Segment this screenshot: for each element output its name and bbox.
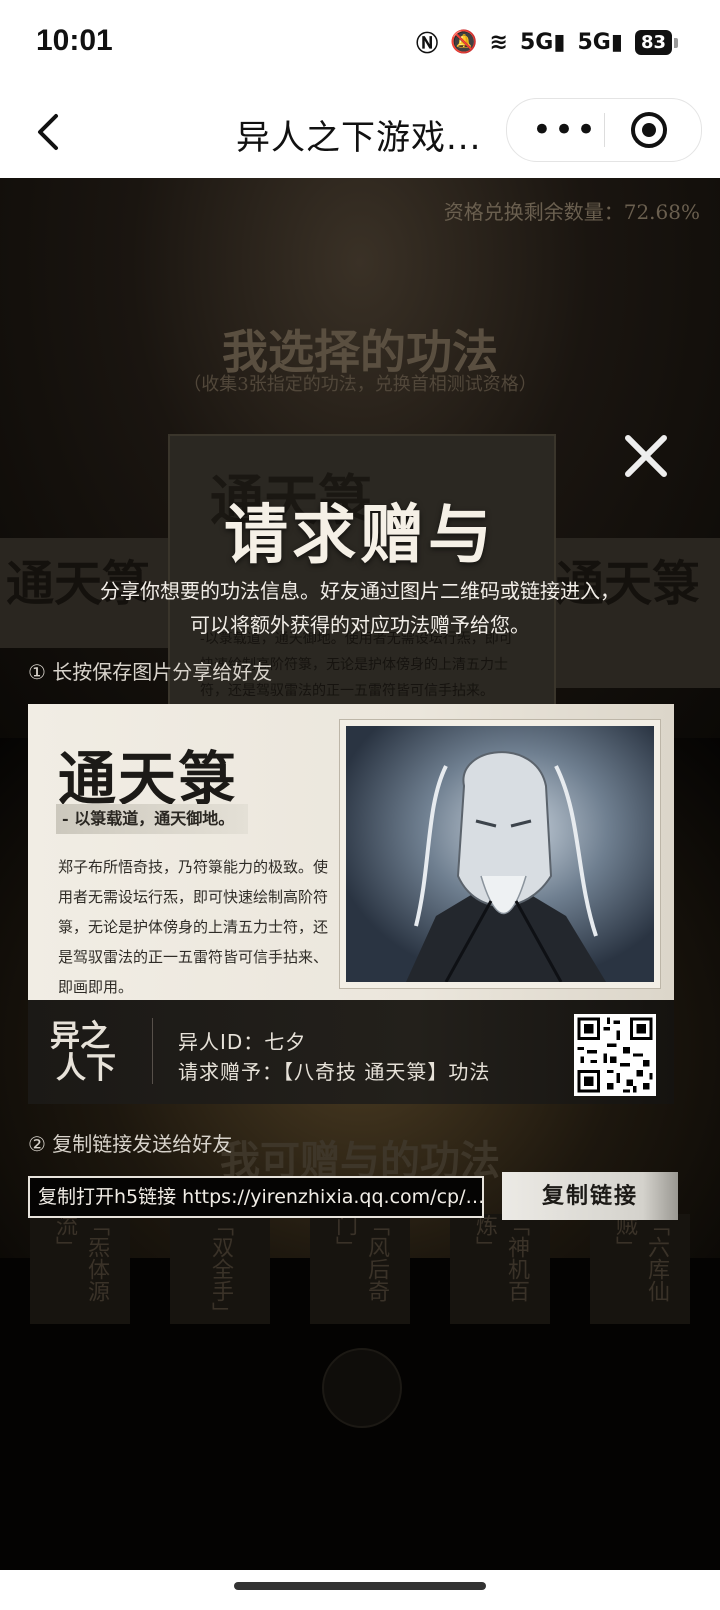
signal-icon-2: 5G▮: [577, 29, 623, 55]
status-time: 10:01: [36, 24, 113, 57]
page-content: 资格兑换剩余数量：72.68% 我选择的功法 （收集3张指定的功法，兑换首相测试…: [0, 178, 720, 1570]
request-text: 请求赠予：【八奇技 通天箓】功法: [178, 1060, 491, 1084]
close-icon: [625, 435, 667, 477]
technique-description: 郑子布所悟奇技，乃符箓能力的极致。使用者无需设坛行炁，即可快速绘制高阶符箓，无论…: [58, 858, 329, 996]
svg-text:异之: 异之: [50, 1019, 110, 1054]
user-id: 异人ID：七夕: [178, 1030, 307, 1054]
background-pillar: 「炁体源流」: [30, 1214, 130, 1324]
share-card-footer: 异之 人下 异人ID：七夕 请求赠予：【八奇技 通天箓】功法: [28, 1000, 674, 1104]
step-save-image: ① 长按保存图片分享给好友: [28, 660, 273, 684]
character-portrait: [340, 720, 660, 988]
nfc-icon: Ⓝ: [416, 32, 439, 57]
close-mini-program-button[interactable]: [631, 112, 667, 148]
step-copy-link: ② 复制链接发送给好友: [28, 1132, 233, 1156]
modal-title: 请求赠与: [224, 498, 496, 573]
battery-icon: 83: [634, 29, 679, 55]
wifi-icon: ≋: [489, 29, 508, 55]
chevron-left-icon: [38, 114, 58, 150]
background-pillar: 「神机百炼」: [450, 1214, 550, 1324]
copy-link-button[interactable]: 复制链接: [502, 1172, 678, 1220]
home-indicator[interactable]: [234, 1582, 486, 1590]
more-button[interactable]: •••: [527, 99, 603, 161]
background-emblem: [322, 1348, 402, 1428]
status-icons: Ⓝ 🔕 ≋ 5G▮ 5G▮ 83: [416, 26, 679, 58]
background-pillars: 「炁体源流」 「双全手」 「风后奇门」 「神机百炼」 「六库仙贼」: [30, 1214, 690, 1324]
footer-divider: [152, 1018, 153, 1084]
mini-program-nav-bar: 异人之下游戏... •••: [0, 88, 720, 178]
svg-text:人下: 人下: [56, 1051, 116, 1084]
capsule-divider: [604, 113, 605, 147]
bell-off-icon: 🔕: [450, 29, 478, 55]
system-gesture-area: [0, 1570, 720, 1610]
share-card-top: 通天箓 - 以箓载道，通天御地。 郑子布所悟奇技，乃符箓能力的极致。使用者无需设…: [28, 704, 674, 1000]
background-pillar: 「六库仙贼」: [590, 1214, 690, 1324]
share-link-field[interactable]: 复制打开h5链接 https://yirenzhixia.qq.com/cp/…: [28, 1176, 484, 1218]
game-logo: 异之 人下: [46, 1014, 134, 1086]
modal-close-button[interactable]: [618, 428, 674, 484]
signal-icon: 5G▮: [519, 29, 566, 55]
share-image-card[interactable]: 通天箓 - 以箓载道，通天御地。 郑子布所悟奇技，乃符箓能力的极致。使用者无需设…: [28, 704, 674, 1104]
modal-description-line: 可以将额外获得的对应功法赠予给您。: [190, 613, 530, 637]
background-section-subtitle: （收集3张指定的功法，兑换首相测试资格）: [183, 374, 537, 395]
status-bar: 10:01 Ⓝ 🔕 ≋ 5G▮ 5G▮ 83: [0, 0, 720, 88]
back-button[interactable]: [30, 110, 70, 154]
technique-motto: - 以箓载道，通天御地。: [56, 804, 249, 834]
modal-description-line: 分享你想要的功法信息。好友通过图片二维码或链接进入，: [100, 579, 620, 603]
modal-description: 分享你想要的功法信息。好友通过图片二维码或链接进入， 可以将额外获得的对应功法赠…: [40, 574, 680, 642]
background-quota: 资格兑换剩余数量：72.68%: [443, 200, 700, 224]
page-title: 异人之下游戏...: [236, 118, 482, 158]
capsule-menu: •••: [506, 98, 702, 162]
qr-code: [574, 1014, 656, 1096]
background-pillar: 「风后奇门」: [310, 1214, 410, 1324]
background-pillar: 「双全手」: [170, 1214, 270, 1324]
